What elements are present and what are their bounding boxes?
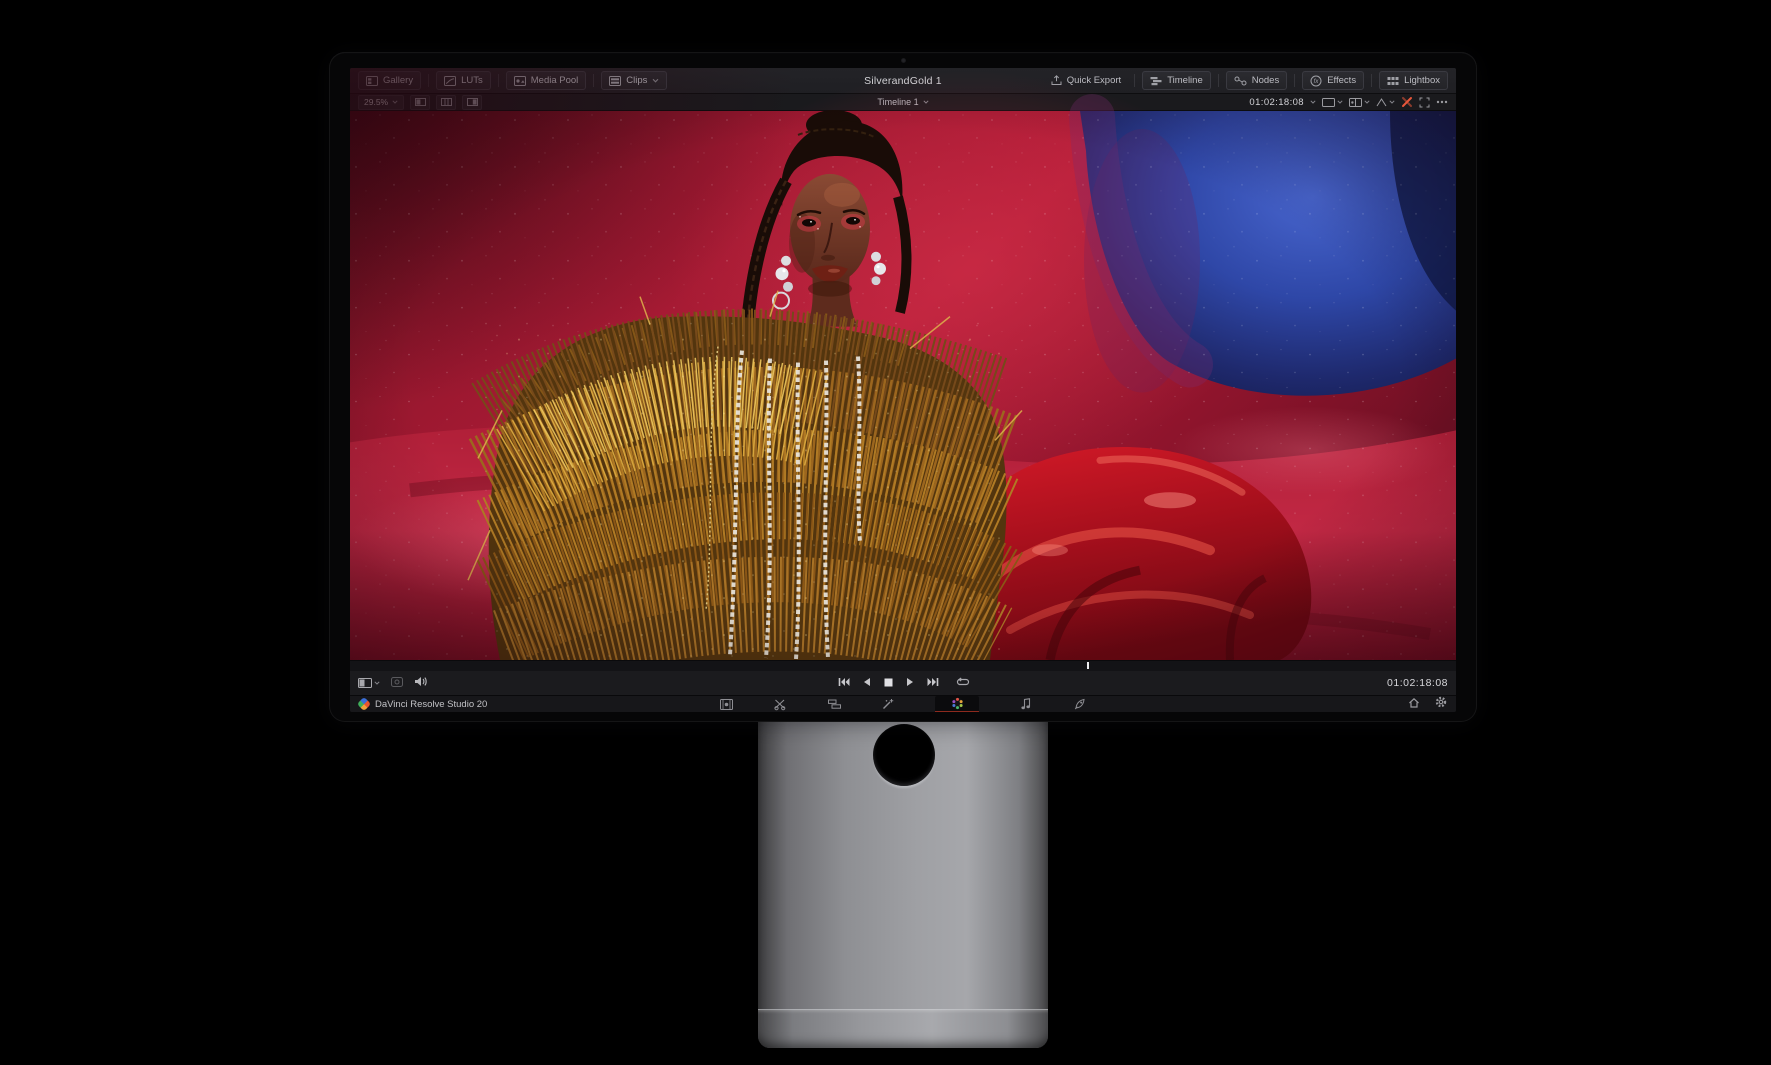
playhead[interactable]	[1087, 662, 1089, 669]
svg-text:fx: fx	[1314, 79, 1320, 85]
fashion-photo	[350, 111, 1456, 660]
loop-button[interactable]	[956, 674, 969, 692]
toolbar-right-group: Quick Export Timeline Nodes	[1045, 71, 1448, 90]
page-color-button[interactable]	[935, 696, 979, 713]
nodes-panel-button[interactable]: Nodes	[1226, 71, 1287, 90]
monitor: Gallery LUTs Media Pool	[329, 52, 1477, 722]
viewer-timecode[interactable]: 01:02:18:08	[1249, 97, 1304, 108]
viewer-canvas[interactable]	[350, 111, 1456, 660]
toolbar-separator	[1294, 74, 1295, 87]
lightbox-panel-button[interactable]: Lightbox	[1379, 71, 1448, 90]
lightbox-panel-label: Lightbox	[1404, 75, 1440, 86]
timeline-panel-label: Timeline	[1167, 75, 1203, 86]
page-fairlight-button[interactable]	[1019, 696, 1033, 712]
toolbar-separator	[1371, 74, 1372, 87]
viewer-scrub-bar[interactable]	[350, 660, 1456, 671]
image-wipe-button[interactable]	[1322, 98, 1343, 107]
go-to-last-frame-button[interactable]	[927, 674, 939, 692]
split-screen-button[interactable]	[1349, 98, 1370, 107]
page-bar: DaVinci Resolve Studio 20	[350, 695, 1456, 712]
transport-bar: 01:02:18:08	[350, 671, 1456, 695]
monitor-stand	[758, 700, 1048, 1048]
lightbox-icon	[1387, 76, 1399, 86]
chevron-down-icon	[1310, 100, 1316, 104]
toolbar-separator	[1218, 74, 1219, 87]
page-media-button[interactable]	[719, 696, 733, 712]
page-cut-button[interactable]	[773, 696, 787, 712]
page-switcher	[350, 696, 1456, 713]
page-fusion-button[interactable]	[881, 696, 895, 712]
nodes-icon	[1234, 76, 1247, 86]
page-deliver-button[interactable]	[1073, 696, 1087, 712]
stand-foot	[758, 1009, 1048, 1048]
toolbar-separator	[1134, 74, 1135, 87]
nodes-panel-label: Nodes	[1252, 75, 1279, 86]
play-forward-button[interactable]	[906, 674, 914, 692]
expand-viewer-button[interactable]	[1419, 97, 1430, 108]
go-to-first-frame-button[interactable]	[838, 674, 850, 692]
viewer-header-right: 01:02:18:08	[1249, 96, 1448, 108]
timeline-panel-button[interactable]: Timeline	[1142, 71, 1211, 90]
timeline-icon	[1150, 76, 1162, 86]
effects-icon: fx	[1310, 75, 1322, 87]
page-edit-button[interactable]	[827, 696, 841, 712]
stand-cable-hole	[873, 724, 935, 786]
davinci-resolve-window: Gallery LUTs Media Pool	[350, 68, 1456, 712]
effects-panel-label: Effects	[1327, 75, 1356, 86]
transport-controls	[350, 674, 1456, 692]
stop-button[interactable]	[884, 674, 893, 692]
effects-panel-button[interactable]: fx Effects	[1302, 71, 1364, 90]
bypass-grades-button[interactable]	[1401, 96, 1413, 108]
play-reverse-button[interactable]	[863, 674, 871, 692]
more-options-icon[interactable]	[1436, 100, 1448, 104]
scene: Gallery LUTs Media Pool	[0, 0, 1771, 1065]
webcam-icon	[901, 58, 906, 63]
highlight-button[interactable]	[1376, 98, 1395, 107]
